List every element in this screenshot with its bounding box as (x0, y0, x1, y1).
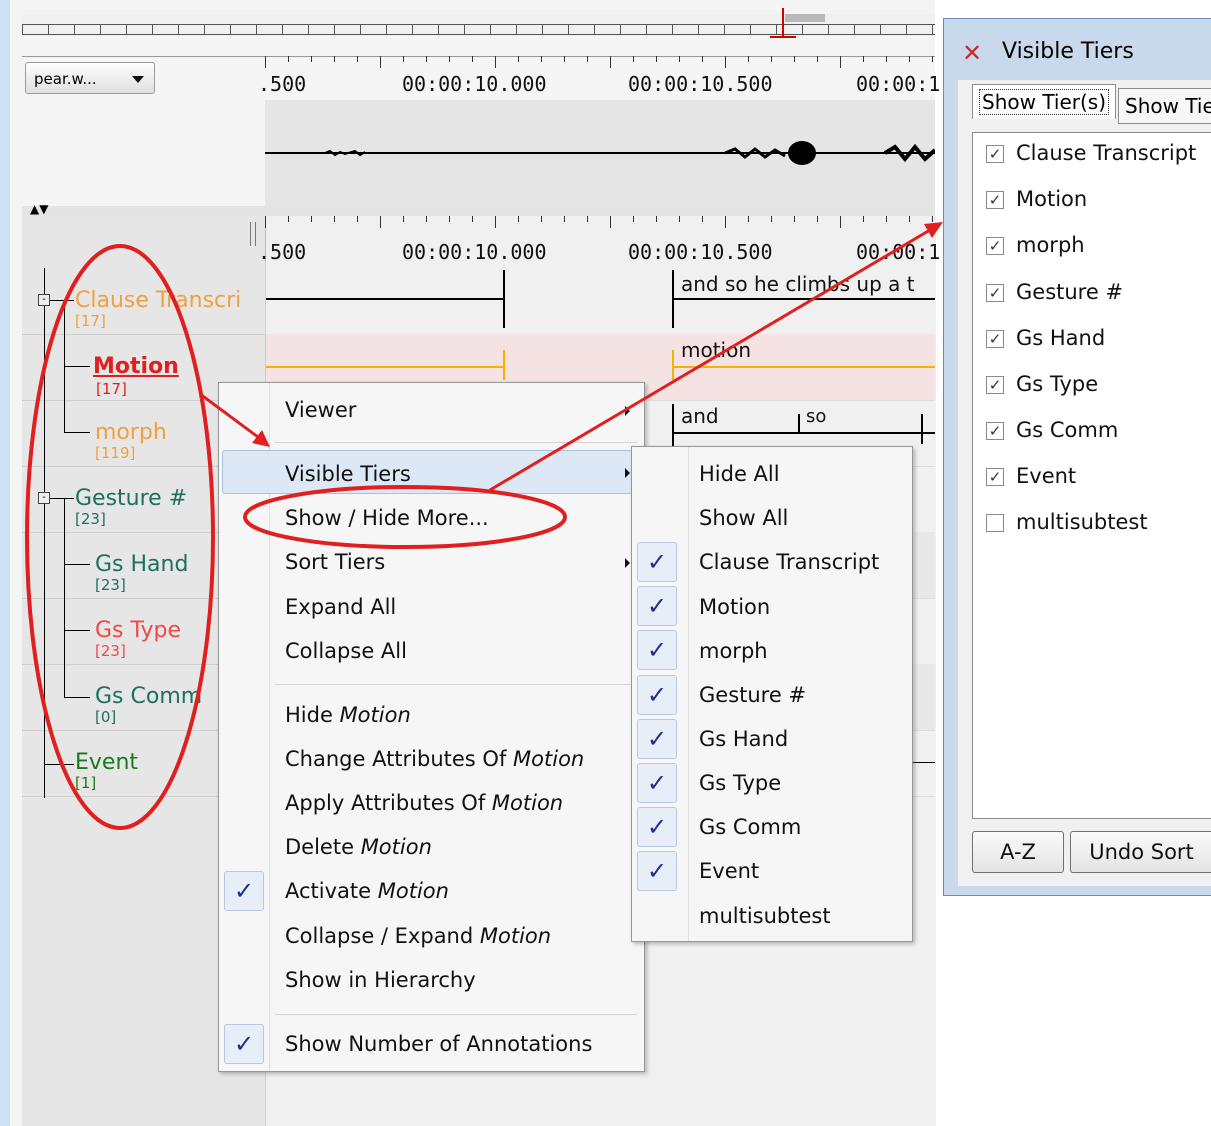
highlight-ellipse-show-hide (243, 485, 567, 549)
arrowhead-icon (252, 430, 270, 447)
highlight-ellipse-tiers (25, 244, 215, 830)
pointer-arrow (489, 228, 931, 492)
arrowhead-icon (924, 222, 943, 238)
pointer-arrow (199, 392, 263, 442)
annotation-overlay (25, 222, 943, 830)
